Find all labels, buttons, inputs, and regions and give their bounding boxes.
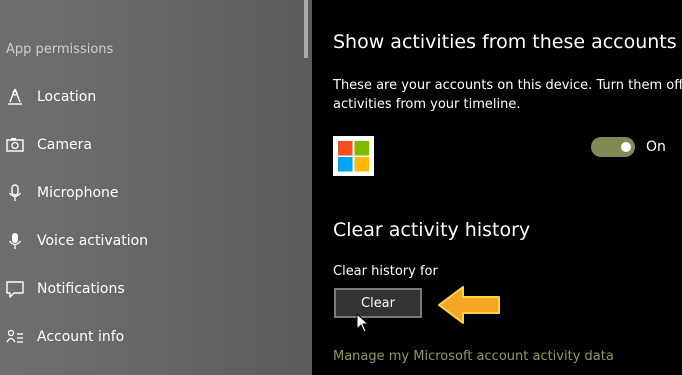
clear-history-heading: Clear activity history <box>333 219 531 241</box>
camera-icon <box>6 138 24 152</box>
sidebar-item-camera[interactable]: Camera <box>0 127 300 163</box>
sidebar-item-label: Notifications <box>37 281 125 297</box>
sidebar-item-label: Camera <box>37 137 92 153</box>
location-icon <box>8 88 22 105</box>
sidebar-item-location[interactable]: Location <box>0 79 300 115</box>
sidebar-section-heading: App permissions <box>6 42 114 57</box>
accounts-description-line: These are your accounts on this device. … <box>333 78 682 93</box>
account-info-icon <box>6 329 23 343</box>
annotation-arrow-icon <box>438 286 500 324</box>
sidebar-item-label: Voice activation <box>37 233 149 249</box>
toggle-knob <box>621 142 631 152</box>
mouse-cursor-icon <box>356 313 369 333</box>
toggle-state-label: On <box>646 139 666 155</box>
sidebar-item-notifications[interactable]: Notifications <box>0 271 300 307</box>
sidebar-item-label: Location <box>37 89 97 105</box>
sidebar-item-label: Account info <box>37 329 125 345</box>
sidebar-item-microphone[interactable]: Microphone <box>0 175 300 211</box>
notifications-icon <box>6 281 24 298</box>
manage-activity-data-link[interactable]: Manage my Microsoft account activity dat… <box>333 349 614 364</box>
sidebar-item-label: Microphone <box>37 185 119 201</box>
sidebar-scrollbar[interactable] <box>304 0 308 58</box>
microsoft-logo-icon <box>333 136 374 176</box>
sidebar-item-voice-activation[interactable]: Voice activation <box>0 223 300 259</box>
accounts-description-line: activities from your timeline. <box>333 97 521 112</box>
clear-history-button[interactable]: Clear <box>334 288 422 318</box>
microphone-icon <box>8 184 22 201</box>
accounts-description: These are your accounts on this device. … <box>333 76 682 114</box>
voice-activation-icon <box>8 233 22 249</box>
settings-sidebar: App permissions Location Camera Micropho… <box>0 0 312 375</box>
account-activity-toggle[interactable] <box>591 137 635 157</box>
accounts-heading: Show activities from these accounts <box>333 31 677 53</box>
sidebar-item-account-info[interactable]: Account info <box>0 319 300 355</box>
clear-history-label: Clear history for <box>333 264 438 279</box>
